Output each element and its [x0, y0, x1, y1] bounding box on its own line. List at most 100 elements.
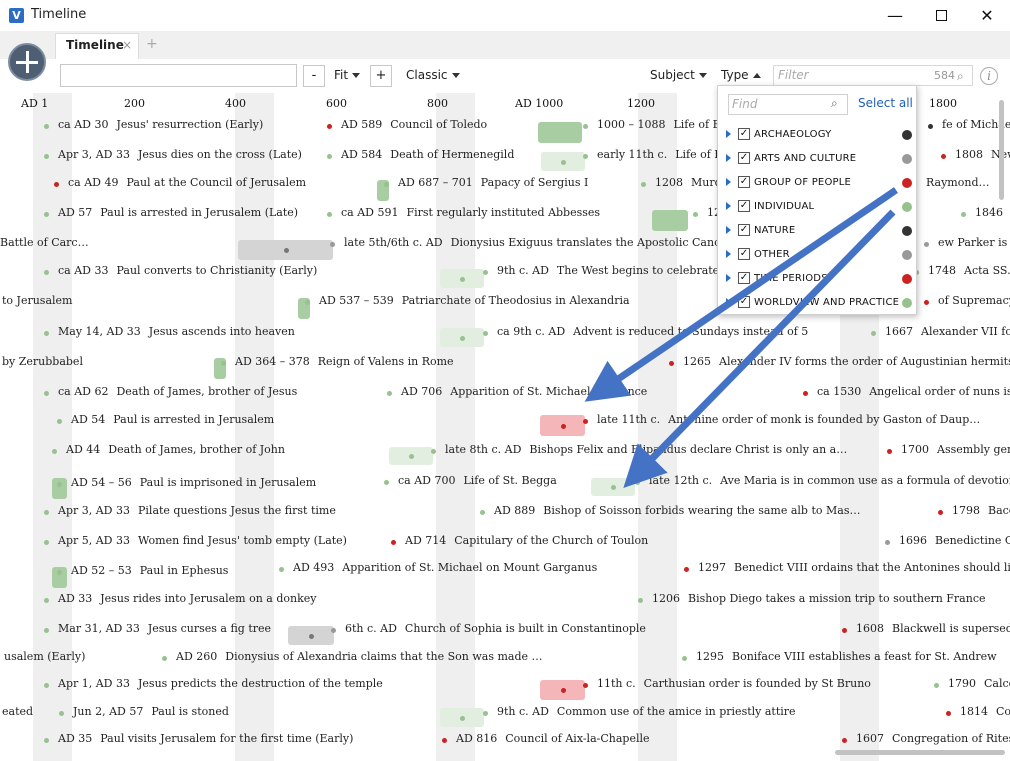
- event-label: 1790 Calce…: [948, 677, 1010, 690]
- event-title: by Zerubbabel: [2, 355, 83, 368]
- filter-input[interactable]: Filter 584 ⌕: [773, 65, 973, 86]
- expand-arrow-icon[interactable]: [726, 154, 731, 162]
- search-input[interactable]: [60, 64, 297, 87]
- event-span-bar[interactable]: [238, 240, 333, 260]
- event-title: Jesus dies on the cross (Late): [138, 148, 302, 161]
- event-label: AD 816 Council of Aix-la-Chapelle: [456, 732, 650, 745]
- event-title: Benedictine Ge…: [935, 534, 1010, 547]
- event-span-bar[interactable]: [540, 680, 585, 700]
- tab-timeline[interactable]: Timeline ×: [55, 33, 139, 59]
- event-label: AD 493 Apparition of St. Michael on Mount…: [293, 561, 597, 574]
- event-date: AD 687 – 701: [398, 176, 473, 189]
- event-dot-icon: [641, 182, 646, 187]
- expand-arrow-icon[interactable]: [726, 130, 731, 138]
- type-color-dot-icon: [902, 202, 912, 212]
- event-date: Jun 2, AD 57: [73, 705, 144, 718]
- event-dot-icon: [431, 449, 436, 454]
- type-checkbox[interactable]: ✓: [738, 296, 750, 308]
- event-span-bar[interactable]: [288, 626, 334, 645]
- select-all-link[interactable]: Select all: [858, 96, 913, 110]
- event-span-bar[interactable]: [540, 415, 585, 436]
- tab-close-icon[interactable]: ×: [122, 38, 132, 52]
- event-span-bar[interactable]: [541, 152, 585, 171]
- type-find-input[interactable]: Find ⌕: [728, 94, 848, 115]
- type-filter-item[interactable]: ✓ GROUP OF PEOPLE: [724, 174, 912, 194]
- event-date: AD 35: [58, 732, 93, 745]
- expand-arrow-icon[interactable]: [726, 250, 731, 258]
- event-title: Advent is reduced to Sundays instead of …: [573, 325, 809, 338]
- type-filter-item[interactable]: ✓ INDIVIDUAL: [724, 198, 912, 218]
- event-span-bar[interactable]: [440, 328, 484, 347]
- event-dot-icon: [309, 633, 314, 639]
- event-label: AD 260 Dionysius of Alexandria claims tha…: [176, 650, 543, 663]
- type-filter-item[interactable]: ✓ NATURE: [724, 222, 912, 242]
- event-dot-icon: [57, 570, 62, 575]
- style-dropdown[interactable]: Classic: [406, 68, 460, 82]
- vertical-scrollbar[interactable]: [999, 100, 1004, 200]
- event-dot-icon: [682, 656, 687, 661]
- event-dot-icon: [803, 391, 808, 396]
- maximize-button[interactable]: [918, 0, 964, 31]
- type-filter-item[interactable]: ✓ TIME PERIODS: [724, 270, 912, 290]
- event-label: AD 52 – 53 Paul in Ephesus: [71, 564, 228, 577]
- expand-arrow-icon[interactable]: [726, 226, 731, 234]
- close-window-button[interactable]: ✕: [964, 0, 1010, 31]
- event-span-bar[interactable]: [440, 269, 484, 288]
- info-button[interactable]: i: [980, 67, 998, 85]
- event-title: Angelical order of nuns is f…: [869, 385, 1010, 398]
- type-filter-item[interactable]: ✓ OTHER: [724, 246, 912, 266]
- zoom-in-button[interactable]: +: [370, 65, 392, 87]
- event-span-bar[interactable]: [652, 210, 688, 231]
- event-span-bar[interactable]: [538, 122, 582, 143]
- subject-dropdown[interactable]: Subject: [650, 68, 707, 82]
- event-span-bar[interactable]: [440, 708, 484, 727]
- fit-dropdown[interactable]: Fit: [334, 68, 361, 82]
- event-title: First regularly instituted Abbesses: [406, 206, 601, 219]
- expand-arrow-icon[interactable]: [726, 178, 731, 186]
- type-checkbox[interactable]: ✓: [738, 176, 750, 188]
- event-dot-icon: [44, 540, 49, 545]
- axis-tick: 800: [427, 97, 448, 110]
- type-checkbox[interactable]: ✓: [738, 128, 750, 140]
- type-checkbox[interactable]: ✓: [738, 152, 750, 164]
- event-date: Apr 3, AD 33: [58, 148, 130, 161]
- zoom-out-button[interactable]: -: [303, 65, 325, 87]
- expand-arrow-icon[interactable]: [726, 202, 731, 210]
- event-date: 1208: [655, 176, 683, 189]
- event-dot-icon: [330, 242, 335, 247]
- event-title: Jesus rides into Jerusalem on a donkey: [100, 592, 317, 605]
- event-date: AD 889: [494, 504, 536, 517]
- type-dropdown[interactable]: Type: [721, 68, 761, 82]
- expand-arrow-icon[interactable]: [726, 298, 731, 306]
- event-label: 1696 Benedictine Ge…: [899, 534, 1010, 547]
- event-title: Calce…: [984, 677, 1010, 690]
- type-filter-item[interactable]: ✓ ARTS AND CULTURE: [724, 150, 912, 170]
- axis-tick: AD 1000: [515, 97, 564, 110]
- event-dot-icon: [611, 485, 616, 490]
- horizontal-scrollbar[interactable]: [835, 750, 1005, 755]
- minimize-button[interactable]: —: [872, 0, 918, 31]
- event-dot-icon: [460, 276, 465, 282]
- event-label: 1700 Assembly gene…: [901, 443, 1010, 456]
- type-checkbox[interactable]: ✓: [738, 248, 750, 260]
- axis-tick: 400: [225, 97, 246, 110]
- event-span-bar[interactable]: [389, 447, 433, 465]
- timeline-logo-icon[interactable]: [8, 43, 46, 81]
- type-filter-item[interactable]: ✓ ARCHAEOLOGY: [724, 126, 912, 146]
- event-date: AD 57: [58, 206, 93, 219]
- event-date: Mar 31, AD 33: [58, 622, 140, 635]
- event-span-bar[interactable]: [591, 478, 635, 496]
- expand-arrow-icon[interactable]: [726, 274, 731, 282]
- type-filter-item[interactable]: ✓ WORLDVIEW AND PRACTICE: [724, 294, 912, 314]
- type-checkbox[interactable]: ✓: [738, 272, 750, 284]
- event-date: late 5th/6th c. AD: [344, 236, 443, 249]
- event-title: ew Parker is conse…: [938, 236, 1010, 249]
- event-title: Patriarchate of Theodosius in Alexandria: [401, 294, 630, 307]
- event-label: ca AD 700 Life of St. Begga: [398, 474, 557, 487]
- add-tab-button[interactable]: +: [146, 36, 158, 52]
- event-title: Carthusian order is founded by St Bruno: [643, 677, 871, 690]
- type-checkbox[interactable]: ✓: [738, 200, 750, 212]
- event-date: 1265: [683, 355, 711, 368]
- type-checkbox[interactable]: ✓: [738, 224, 750, 236]
- event-date: AD 816: [456, 732, 498, 745]
